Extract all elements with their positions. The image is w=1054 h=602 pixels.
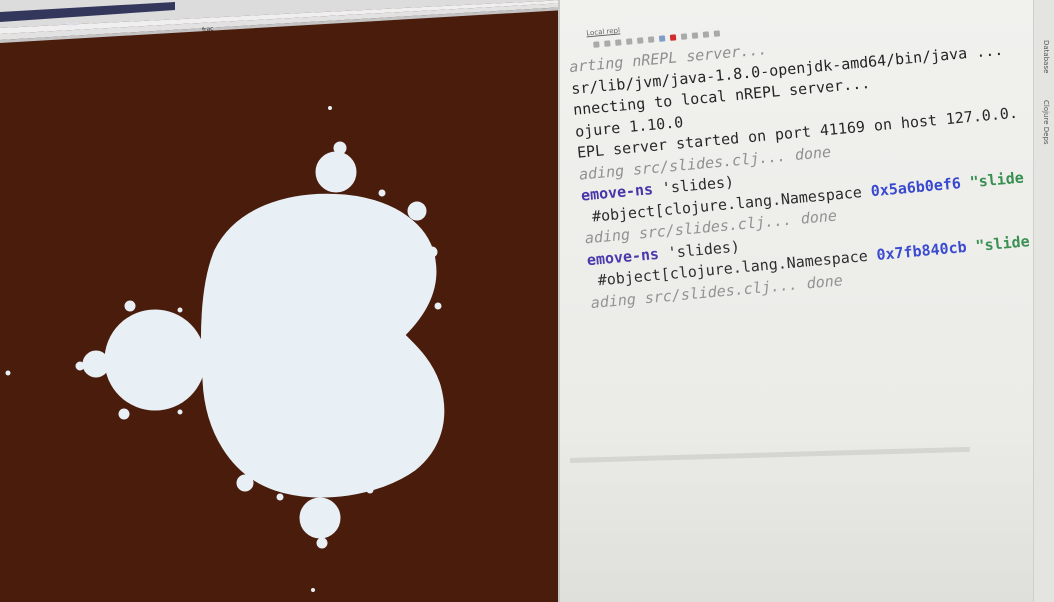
settings-icon[interactable] (615, 39, 622, 46)
repl-output[interactable]: arting nREPL server... sr/lib/jvm/java-1.… (568, 13, 1054, 314)
repl-line-segment: "slide (965, 232, 1031, 256)
side-item-clojure-deps[interactable]: Clojure Deps (1042, 100, 1050, 220)
clear-icon[interactable] (680, 33, 688, 40)
bookmark-icon[interactable] (658, 35, 666, 42)
fractal-titlebar: Test frac (0, 0, 565, 60)
pause-icon[interactable] (647, 36, 655, 43)
repl-line-segment: emove-ns (580, 180, 654, 205)
screen: Test frac Local repl arting nREPL server (0, 0, 1054, 602)
gear-icon[interactable] (625, 38, 633, 45)
right-tool-strip: Database Clojure Deps (1033, 0, 1054, 602)
sound-icon[interactable] (702, 31, 710, 38)
more-icon[interactable] (713, 30, 721, 37)
tab-fractal[interactable]: Test (66, 21, 78, 29)
window-title: frac (201, 25, 214, 34)
close-icon[interactable] (691, 32, 699, 39)
horizontal-scrollbar[interactable] (570, 446, 970, 463)
back-icon[interactable] (593, 41, 600, 48)
reload-icon[interactable] (636, 37, 644, 44)
forward-icon[interactable] (604, 40, 611, 47)
fractal-canvas (0, 0, 565, 602)
stop-icon[interactable] (669, 34, 677, 41)
repl-panel: Local repl arting nREPL server... sr/lib/… (569, 0, 1054, 313)
repl-line-segment: "slide (959, 167, 1025, 192)
fractal-window: Test frac (0, 0, 565, 602)
repl-window: Local repl arting nREPL server... sr/lib/… (558, 0, 1054, 602)
